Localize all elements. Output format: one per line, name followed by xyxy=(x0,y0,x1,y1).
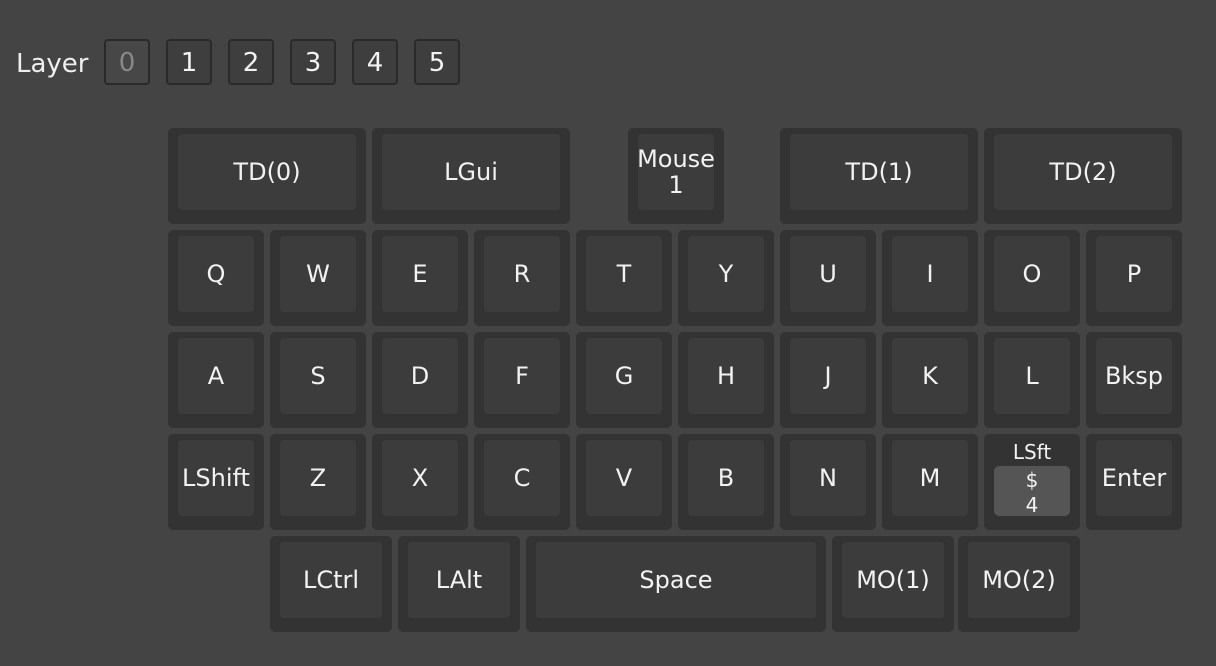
key-g[interactable]: G xyxy=(576,332,672,428)
key-label: Enter xyxy=(1101,464,1167,492)
key-y[interactable]: Y xyxy=(678,230,774,326)
layer-button-1[interactable]: 1 xyxy=(166,39,212,85)
key-r[interactable]: R xyxy=(474,230,570,326)
key-space[interactable]: Space xyxy=(526,536,826,632)
key-label: F xyxy=(515,362,529,390)
layer-button-4[interactable]: 4 xyxy=(352,39,398,85)
key-label: LCtrl xyxy=(302,566,360,594)
key-label: J xyxy=(824,362,832,390)
key-mouse1[interactable]: Mouse 1 xyxy=(628,128,724,224)
key-label: O xyxy=(1022,260,1042,288)
key-o[interactable]: O xyxy=(984,230,1080,326)
layer-button-5[interactable]: 5 xyxy=(414,39,460,85)
key-c[interactable]: C xyxy=(474,434,570,530)
layer-button-3[interactable]: 3 xyxy=(290,39,336,85)
key-td1[interactable]: TD(1) xyxy=(780,128,978,224)
key-e[interactable]: E xyxy=(372,230,468,326)
key-label: R xyxy=(513,260,531,288)
key-lsft-mod-tap[interactable]: LSft $ 4 xyxy=(984,434,1080,530)
layer-label: Layer xyxy=(16,49,89,79)
key-label: V xyxy=(615,464,633,492)
key-mo2[interactable]: MO(2) xyxy=(958,536,1080,632)
key-label: X xyxy=(411,464,429,492)
key-f[interactable]: F xyxy=(474,332,570,428)
layer-button-0[interactable]: 0 xyxy=(104,39,150,85)
key-w[interactable]: W xyxy=(270,230,366,326)
key-label: K xyxy=(922,362,938,390)
key-label: L xyxy=(1025,362,1039,390)
key-h[interactable]: H xyxy=(678,332,774,428)
key-label: P xyxy=(1126,260,1142,288)
key-a[interactable]: A xyxy=(168,332,264,428)
key-i[interactable]: I xyxy=(882,230,978,326)
key-label: E xyxy=(412,260,428,288)
key-lshift[interactable]: LShift xyxy=(168,434,264,530)
key-label: MO(2) xyxy=(982,566,1056,594)
key-label: Mouse 1 xyxy=(637,145,715,199)
key-k[interactable]: K xyxy=(882,332,978,428)
key-label: MO(1) xyxy=(856,566,930,594)
key-l[interactable]: L xyxy=(984,332,1080,428)
key-label: LGui xyxy=(444,158,498,186)
key-s[interactable]: S xyxy=(270,332,366,428)
key-td2[interactable]: TD(2) xyxy=(984,128,1182,224)
key-enter[interactable]: Enter xyxy=(1086,434,1182,530)
key-label: TD(2) xyxy=(1049,158,1117,186)
key-label: N xyxy=(819,464,837,492)
key-label: M xyxy=(919,464,941,492)
key-label: B xyxy=(717,464,735,492)
key-label: TD(0) xyxy=(233,158,301,186)
key-modifier-label: LSft xyxy=(1012,440,1052,464)
key-p[interactable]: P xyxy=(1086,230,1182,326)
key-x[interactable]: X xyxy=(372,434,468,530)
key-label: D xyxy=(410,362,430,390)
key-j[interactable]: J xyxy=(780,332,876,428)
key-label: Space xyxy=(639,566,713,594)
key-label: LShift xyxy=(182,464,250,492)
key-n[interactable]: N xyxy=(780,434,876,530)
key-label: U xyxy=(819,260,837,288)
key-t[interactable]: T xyxy=(576,230,672,326)
key-m[interactable]: M xyxy=(882,434,978,530)
key-label: I xyxy=(926,260,934,288)
key-label: S xyxy=(310,362,326,390)
key-label: A xyxy=(207,362,225,390)
key-lalt[interactable]: LAlt xyxy=(398,536,520,632)
key-lctrl[interactable]: LCtrl xyxy=(270,536,392,632)
key-d[interactable]: D xyxy=(372,332,468,428)
layer-button-2[interactable]: 2 xyxy=(228,39,274,85)
key-label: W xyxy=(306,260,330,288)
key-u[interactable]: U xyxy=(780,230,876,326)
key-label: TD(1) xyxy=(845,158,913,186)
key-label: H xyxy=(716,362,736,390)
key-mo1[interactable]: MO(1) xyxy=(832,536,954,632)
key-td0[interactable]: TD(0) xyxy=(168,128,366,224)
key-q[interactable]: Q xyxy=(168,230,264,326)
key-lgui[interactable]: LGui xyxy=(372,128,570,224)
key-label: C xyxy=(513,464,531,492)
key-label: Z xyxy=(309,464,327,492)
key-b[interactable]: B xyxy=(678,434,774,530)
key-label: T xyxy=(616,260,632,288)
key-z[interactable]: Z xyxy=(270,434,366,530)
key-label: Y xyxy=(718,260,734,288)
key-label: Bksp xyxy=(1104,362,1164,390)
key-label: G xyxy=(614,362,634,390)
key-bksp[interactable]: Bksp xyxy=(1086,332,1182,428)
key-v[interactable]: V xyxy=(576,434,672,530)
key-label: Q xyxy=(206,260,226,288)
key-tap-label: $ 4 xyxy=(1025,468,1039,517)
key-label: LAlt xyxy=(435,566,483,594)
